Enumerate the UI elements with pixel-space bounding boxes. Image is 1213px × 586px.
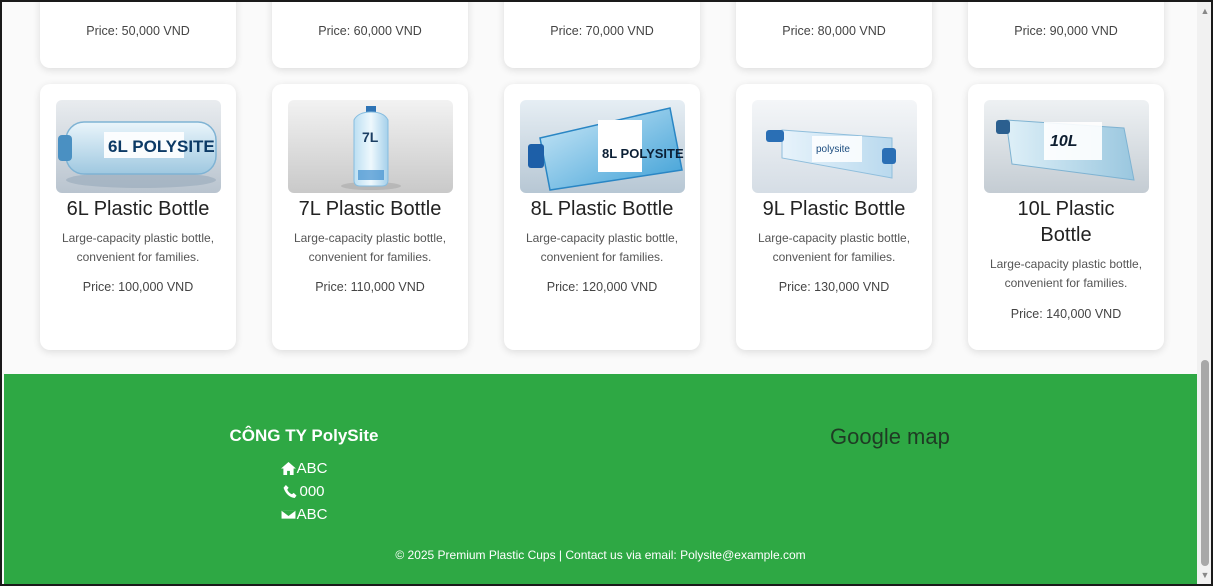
product-card[interactable]: Price: 70,000 VND: [504, 2, 700, 68]
page-content: Price: 50,000 VND Price: 60,000 VND Pric…: [2, 2, 1197, 584]
product-price: Price: 80,000 VND: [782, 24, 886, 38]
address-text: ABC: [296, 460, 328, 477]
home-icon: [280, 462, 296, 475]
description-line: Large-capacity plastic bottle,: [61, 231, 215, 245]
contact-phone: 000: [274, 483, 334, 500]
description-line: Large-capacity plastic bottle,: [525, 231, 679, 245]
scrollbar-thumb[interactable]: [1201, 360, 1209, 566]
product-price: Price: 100,000 VND: [82, 280, 194, 294]
phone-text: 000: [299, 483, 325, 500]
product-price: Price: 130,000 VND: [778, 280, 890, 294]
product-card[interactable]: Price: 90,000 VND: [968, 2, 1164, 68]
description-line: Large-capacity plastic bottle,: [989, 257, 1143, 271]
product-price: Price: 50,000 VND: [86, 24, 190, 38]
bottle-label: 10L: [1050, 133, 1078, 150]
product-card[interactable]: Price: 50,000 VND: [40, 2, 236, 68]
product-description: Large-capacity plastic bottle, convenien…: [514, 229, 690, 267]
product-price: Price: 90,000 VND: [1014, 24, 1118, 38]
browser-viewport: Price: 50,000 VND Price: 60,000 VND Pric…: [0, 0, 1213, 586]
description-line: convenient for families.: [772, 250, 896, 264]
product-title: 10L Plastic Bottle: [974, 196, 1158, 248]
vertical-scrollbar[interactable]: ▲ ▼: [1197, 2, 1211, 584]
product-description: Large-capacity plastic bottle, convenien…: [746, 229, 922, 267]
description-line: convenient for families.: [76, 250, 200, 264]
email-text: ABC: [296, 506, 328, 523]
bottle-label: 7L: [362, 129, 379, 145]
product-card-6l[interactable]: 6L POLYSITE 6L Plastic Bottle Large-capa…: [40, 84, 236, 350]
product-description: Large-capacity plastic bottle, convenien…: [978, 255, 1154, 293]
product-image[interactable]: polysite: [752, 100, 917, 193]
product-image[interactable]: 8L POLYSITE: [520, 100, 685, 193]
title-line: Bottle: [1040, 224, 1092, 246]
product-card-8l[interactable]: 8L POLYSITE 8L Plastic Bottle Large-capa…: [504, 84, 700, 350]
phone-icon: [284, 485, 298, 498]
google-map-placeholder[interactable]: Google map: [830, 424, 950, 450]
site-footer: CÔNG TY PolySite ABC 000 ABC Google map …: [4, 374, 1197, 584]
company-name: CÔNG TY PolySite: [229, 426, 379, 445]
description-line: convenient for families.: [540, 250, 664, 264]
description-line: Large-capacity plastic bottle,: [757, 231, 911, 245]
product-image[interactable]: 6L POLYSITE: [56, 100, 221, 193]
envelope-icon: [280, 509, 296, 520]
product-description: Large-capacity plastic bottle, convenien…: [282, 229, 458, 267]
product-title: 8L Plastic Bottle: [530, 198, 674, 220]
contact-address: ABC: [274, 460, 334, 477]
product-price: Price: 70,000 VND: [550, 24, 654, 38]
product-description: Large-capacity plastic bottle, convenien…: [50, 229, 226, 267]
description-line: Large-capacity plastic bottle,: [293, 231, 447, 245]
product-card[interactable]: Price: 60,000 VND: [272, 2, 468, 68]
title-line: 10L Plastic: [1017, 198, 1115, 220]
description-line: convenient for families.: [1004, 276, 1128, 290]
product-price: Price: 110,000 VND: [315, 280, 425, 294]
product-card-9l[interactable]: polysite 9L Plastic Bottle Large-capacit…: [736, 84, 932, 350]
product-card-7l[interactable]: 7L 7L Plastic Bottle Large-capacity plas…: [272, 84, 468, 350]
scroll-down-arrow-icon[interactable]: ▼: [1200, 570, 1210, 580]
product-title: 7L Plastic Bottle: [298, 198, 442, 220]
scroll-up-arrow-icon[interactable]: ▲: [1200, 6, 1210, 16]
product-price: Price: 120,000 VND: [546, 280, 658, 294]
product-image[interactable]: 7L: [288, 100, 453, 193]
product-image[interactable]: 10L: [984, 100, 1149, 193]
product-card[interactable]: Price: 80,000 VND: [736, 2, 932, 68]
product-title: 9L Plastic Bottle: [762, 198, 906, 220]
product-price: Price: 140,000 VND: [1010, 307, 1122, 321]
bottle-label: polysite: [816, 144, 850, 155]
bottle-label: 6L POLYSITE: [108, 137, 215, 156]
copyright-text: © 2025 Premium Plastic Cups | Contact us…: [395, 548, 806, 562]
contact-email: ABC: [274, 506, 334, 523]
product-card-10l[interactable]: 10L 10L Plastic Bottle Large-capacity pl…: [968, 84, 1164, 350]
product-price: Price: 60,000 VND: [318, 24, 422, 38]
bottle-label: 8L POLYSITE: [602, 146, 684, 161]
product-title: 6L Plastic Bottle: [66, 198, 210, 220]
description-line: convenient for families.: [308, 250, 432, 264]
